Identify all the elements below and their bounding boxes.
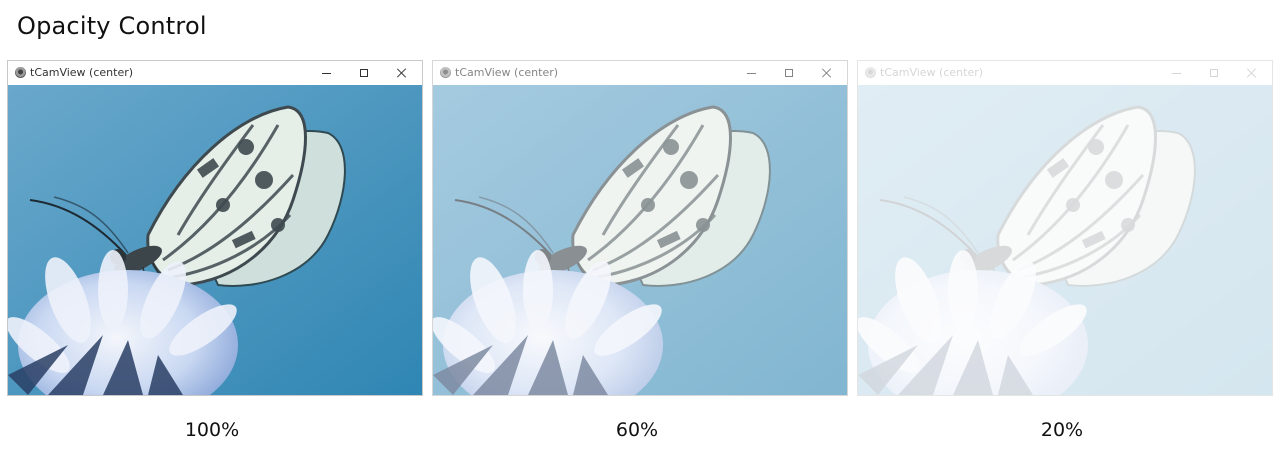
maximize-icon <box>360 69 368 77</box>
maximize-icon <box>785 69 793 77</box>
minimize-icon <box>746 72 756 74</box>
minimize-button[interactable] <box>733 63 769 83</box>
close-icon <box>822 68 832 78</box>
camera-view <box>8 85 422 395</box>
maximize-button[interactable] <box>1196 63 1232 83</box>
minimize-icon <box>321 72 331 74</box>
window-title: tCamView (center) <box>30 66 134 79</box>
webcam-icon <box>15 67 26 78</box>
page-title: Opacity Control <box>17 12 207 40</box>
window-title: tCamView (center) <box>455 66 559 79</box>
camera-view <box>858 85 1272 395</box>
close-button[interactable] <box>384 63 420 83</box>
window-60[interactable]: tCamView (center) <box>432 60 848 396</box>
opacity-caption-20: 20% <box>1040 419 1084 441</box>
maximize-icon <box>1210 69 1218 77</box>
close-icon <box>1247 68 1257 78</box>
butterfly-photo <box>858 85 1272 395</box>
window-20[interactable]: tCamView (center) <box>857 60 1273 396</box>
window-titlebar[interactable]: tCamView (center) <box>858 61 1272 85</box>
camera-view <box>433 85 847 395</box>
minimize-icon <box>1171 72 1181 74</box>
butterfly-photo <box>433 85 847 395</box>
window-title: tCamView (center) <box>880 66 984 79</box>
opacity-caption-60: 60% <box>615 419 659 441</box>
window-100[interactable]: tCamView (center) <box>7 60 423 396</box>
maximize-button[interactable] <box>771 63 807 83</box>
window-titlebar[interactable]: tCamView (center) <box>8 61 422 85</box>
opacity-caption-100: 100% <box>184 419 240 441</box>
window-titlebar[interactable]: tCamView (center) <box>433 61 847 85</box>
minimize-button[interactable] <box>308 63 344 83</box>
webcam-icon <box>440 67 451 78</box>
butterfly-photo <box>8 85 422 395</box>
close-icon <box>397 68 407 78</box>
maximize-button[interactable] <box>346 63 382 83</box>
close-button[interactable] <box>809 63 845 83</box>
webcam-icon <box>865 67 876 78</box>
minimize-button[interactable] <box>1158 63 1194 83</box>
close-button[interactable] <box>1234 63 1270 83</box>
